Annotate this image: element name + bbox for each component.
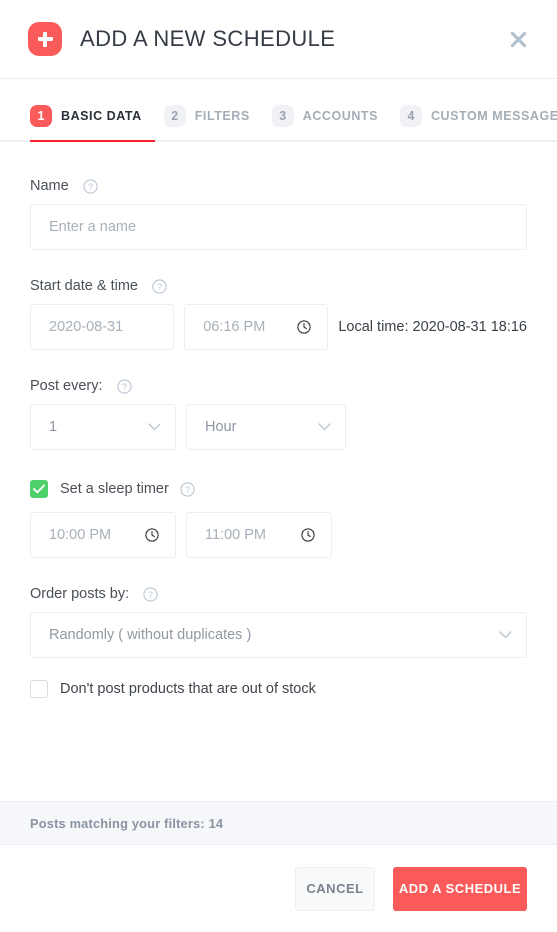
- svg-text:?: ?: [185, 484, 190, 494]
- tab-label-accounts: ACCOUNTS: [302, 109, 378, 123]
- tab-label-filters: FILTERS: [194, 109, 250, 123]
- start-time-input[interactable]: 06:16 PM: [184, 304, 329, 350]
- chevron-down-icon: [318, 423, 331, 431]
- tab-number-3: 3: [271, 105, 294, 127]
- add-schedule-modal: ADD A NEW SCHEDULE 1 BASIC DATA 2 FILTER…: [0, 0, 557, 932]
- page-title: ADD A NEW SCHEDULE: [80, 26, 336, 51]
- start-date-input[interactable]: 2020-08-31: [30, 304, 175, 350]
- order-posts-value: Randomly ( without duplicates ): [49, 627, 252, 643]
- name-label: Name: [30, 178, 69, 194]
- clock-icon[interactable]: [297, 320, 312, 334]
- tab-custom-messages[interactable]: 4 CUSTOM MESSAGES: [399, 105, 557, 127]
- start-datetime-row: 2020-08-31 06:16 PM Local time: 2020-08-…: [30, 304, 527, 350]
- order-posts-select[interactable]: Randomly ( without duplicates ): [30, 612, 527, 658]
- status-bar: Posts matching your filters: 14: [0, 801, 557, 845]
- sleep-to-value: 11:00 PM: [205, 527, 266, 543]
- start-time-value: 06:16 PM: [203, 319, 266, 335]
- tab-basic-data[interactable]: 1 BASIC DATA: [30, 105, 142, 127]
- plus-icon: [28, 22, 62, 56]
- start-label-row: Start date & time ?: [30, 278, 527, 294]
- svg-text:?: ?: [157, 281, 162, 291]
- out-of-stock-checkbox[interactable]: [30, 680, 48, 698]
- help-circle-icon[interactable]: ?: [143, 586, 158, 602]
- close-icon[interactable]: [503, 24, 533, 54]
- local-time-text: Local time: 2020-08-31 18:16: [338, 319, 527, 335]
- chevron-down-icon: [499, 631, 512, 639]
- post-every-amount-select[interactable]: 1: [30, 404, 176, 450]
- modal-footer: CANCEL ADD A SCHEDULE: [0, 845, 557, 932]
- order-posts-group: Order posts by: ? Randomly ( without dup…: [30, 586, 527, 658]
- post-every-label-row: Post every: ?: [30, 378, 527, 394]
- svg-text:?: ?: [88, 181, 93, 191]
- post-every-unit-select[interactable]: Hour: [186, 404, 346, 450]
- post-every-label: Post every:: [30, 378, 103, 394]
- svg-text:?: ?: [122, 381, 127, 391]
- name-label-row: Name ?: [30, 178, 527, 194]
- help-circle-icon[interactable]: ?: [83, 178, 98, 194]
- sleep-to-input[interactable]: 11:00 PM: [186, 512, 332, 558]
- order-posts-label-row: Order posts by: ?: [30, 586, 527, 602]
- sleep-timer-group: Set a sleep timer ? 10:00 PM 11:00 PM: [30, 480, 527, 558]
- start-date-value: 2020-08-31: [49, 319, 124, 335]
- clock-icon[interactable]: [301, 528, 315, 542]
- tab-number-2: 2: [163, 105, 186, 127]
- tab-filters[interactable]: 2 FILTERS: [163, 105, 250, 127]
- start-datetime-group: Start date & time ? 2020-08-31 06:16 PM: [30, 278, 527, 350]
- start-datetime-label: Start date & time: [30, 278, 138, 294]
- help-circle-icon[interactable]: ?: [116, 378, 132, 394]
- modal-body: Name ? Enter a name Start date & time ? …: [0, 142, 557, 801]
- tab-accounts[interactable]: 3 ACCOUNTS: [271, 105, 378, 127]
- sleep-from-input[interactable]: 10:00 PM: [30, 512, 176, 558]
- tab-number-1: 1: [30, 105, 52, 127]
- help-circle-icon[interactable]: ?: [180, 481, 195, 497]
- tab-label-basic-data: BASIC DATA: [61, 109, 142, 123]
- tab-list: 1 BASIC DATA 2 FILTERS 3 ACCOUNTS 4 CUST…: [0, 105, 557, 127]
- tab-underline: [0, 140, 557, 142]
- post-every-amount-value: 1: [49, 419, 58, 435]
- sleep-timer-checkbox-row: Set a sleep timer ?: [30, 480, 527, 498]
- help-circle-icon[interactable]: ?: [152, 278, 167, 294]
- sleep-from-value: 10:00 PM: [49, 527, 112, 543]
- chevron-down-icon: [148, 423, 161, 431]
- post-every-unit-value: Hour: [205, 419, 237, 435]
- wizard-tabs: 1 BASIC DATA 2 FILTERS 3 ACCOUNTS 4 CUST…: [0, 79, 557, 142]
- sleep-timer-row: 10:00 PM 11:00 PM: [30, 512, 527, 558]
- out-of-stock-label: Don't post products that are out of stoc…: [60, 681, 316, 697]
- cancel-button[interactable]: CANCEL: [295, 866, 375, 911]
- name-field-group: Name ? Enter a name: [30, 178, 527, 250]
- tab-label-custom-messages: CUSTOM MESSAGES: [430, 109, 557, 123]
- svg-text:?: ?: [148, 589, 153, 599]
- out-of-stock-row: Don't post products that are out of stoc…: [30, 680, 527, 698]
- clock-icon[interactable]: [145, 528, 159, 542]
- modal-header: ADD A NEW SCHEDULE: [0, 0, 557, 79]
- sleep-timer-label: Set a sleep timer: [60, 481, 169, 497]
- posts-matching-text: Posts matching your filters: 14: [30, 815, 224, 831]
- sleep-timer-checkbox[interactable]: [30, 480, 48, 498]
- tab-number-4: 4: [399, 105, 422, 127]
- add-schedule-button[interactable]: ADD A SCHEDULE: [393, 866, 527, 911]
- post-every-row: 1 Hour: [30, 404, 527, 450]
- order-posts-label: Order posts by:: [30, 586, 130, 602]
- name-input-placeholder: Enter a name: [49, 219, 137, 235]
- post-every-group: Post every: ? 1 Hour: [30, 378, 527, 450]
- name-input[interactable]: Enter a name: [30, 204, 527, 250]
